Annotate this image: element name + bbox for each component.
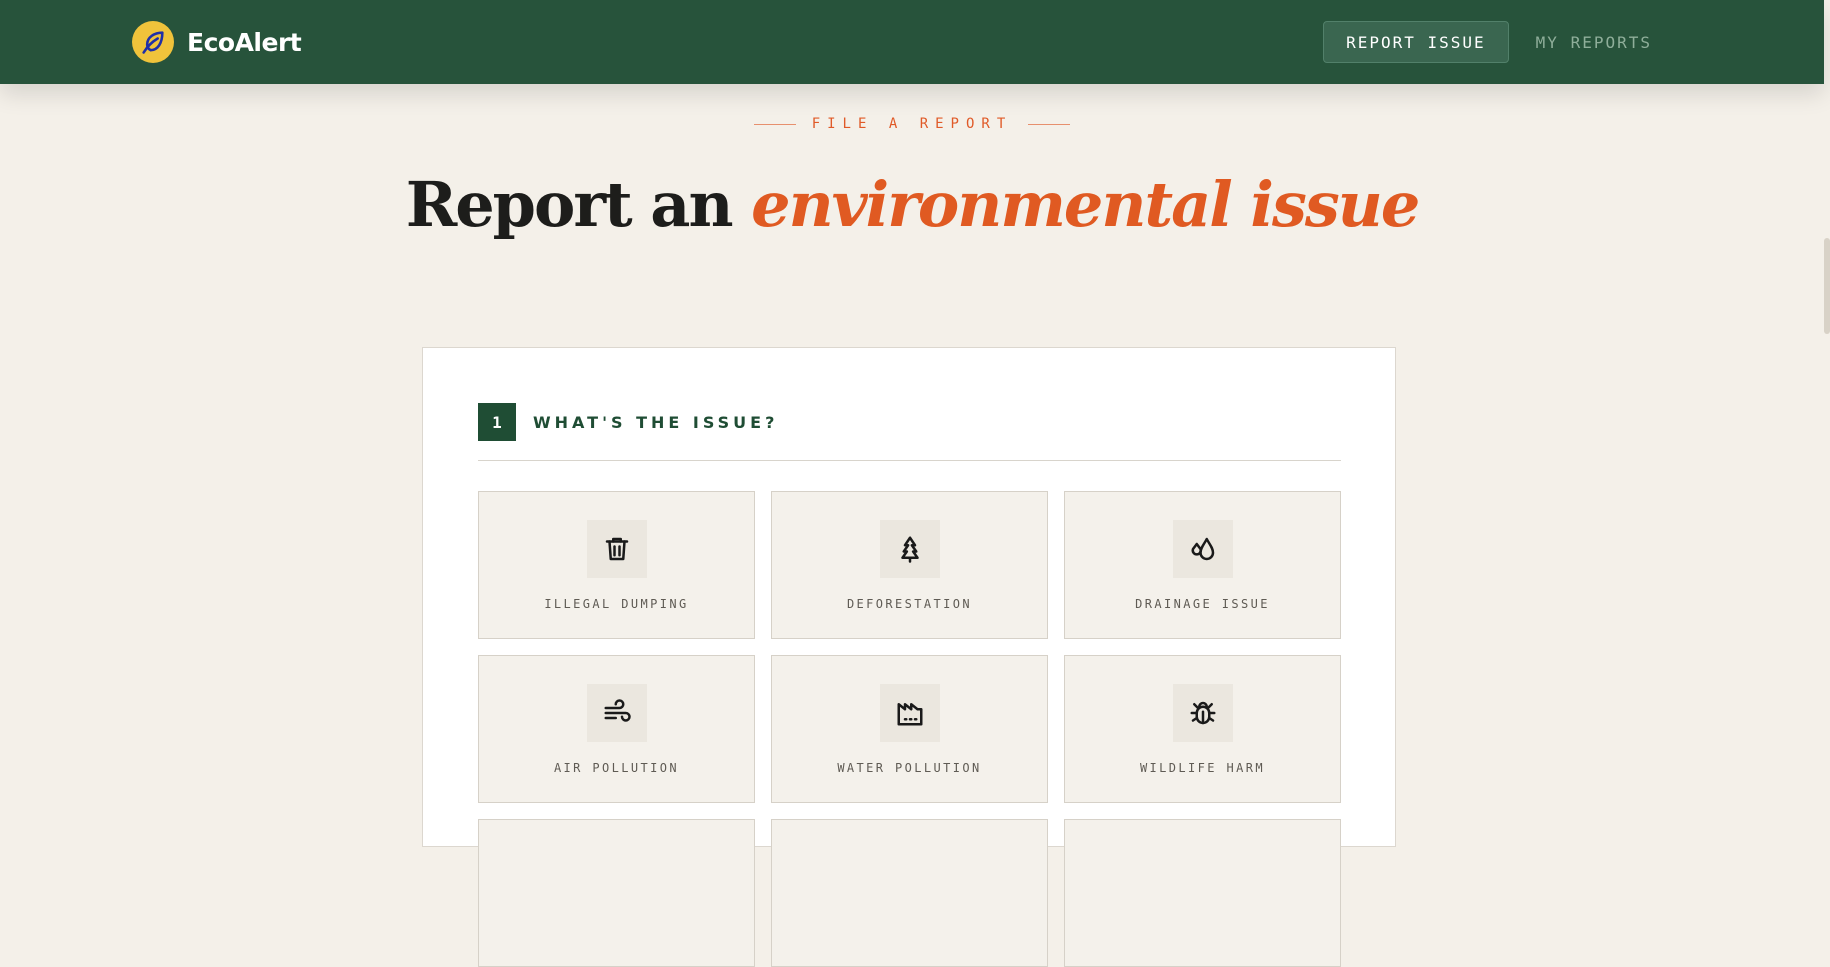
nav-report-issue[interactable]: REPORT ISSUE [1323,21,1509,63]
droplets-icon [1172,520,1233,578]
eyebrow-text: FILE A REPORT [811,116,1013,132]
scrollbar-thumb[interactable] [1824,238,1830,334]
step-number-badge: 1 [478,403,516,441]
issue-option-illegal-dumping[interactable]: ILLEGAL DUMPING [478,491,755,639]
issue-option-partial[interactable] [1064,819,1341,967]
wind-icon [586,684,647,742]
section-eyebrow: FILE A REPORT [0,114,1824,134]
issue-type-grid: ILLEGAL DUMPING DEFORESTATION DRAINAGE I… [478,491,1343,967]
issue-option-label: AIR POLLUTION [553,761,680,775]
nav-my-reports[interactable]: MY REPORTS [1509,21,1674,63]
factory-icon [879,684,940,742]
issue-option-label: ILLEGAL DUMPING [544,597,689,611]
issue-option-water-pollution[interactable]: WATER POLLUTION [771,655,1048,803]
step-header: 1 WHAT'S THE ISSUE? [478,403,1341,461]
page-title: Report an environmental issue [0,168,1824,241]
top-navbar: EcoAlert REPORT ISSUE MY REPORTS [0,0,1824,84]
brand[interactable]: EcoAlert [132,21,302,63]
issue-option-partial[interactable] [771,819,1048,967]
step-title: WHAT'S THE ISSUE? [533,412,779,432]
issue-option-label: DRAINAGE ISSUE [1135,597,1270,611]
issue-option-deforestation[interactable]: DEFORESTATION [771,491,1048,639]
main-nav: REPORT ISSUE MY REPORTS [1323,21,1674,63]
trash-icon [586,520,647,578]
title-accent: environmental issue [751,168,1420,241]
bug-icon [1172,684,1233,742]
issue-option-wildlife-harm[interactable]: WILDLIFE HARM [1064,655,1341,803]
issue-option-drainage-issue[interactable]: DRAINAGE ISSUE [1064,491,1341,639]
eyebrow-rule-left [753,123,796,125]
issue-option-label: WILDLIFE HARM [1139,761,1266,775]
eyebrow-rule-right [1028,123,1071,125]
report-form-card: 1 WHAT'S THE ISSUE? ILLEGAL DUMPING DEFO… [422,347,1396,967]
issue-option-partial[interactable] [478,819,755,967]
title-prefix: Report an [405,168,734,241]
tree-icon [879,520,940,578]
issue-option-label: DEFORESTATION [846,597,973,611]
brand-name: EcoAlert [187,27,302,57]
issue-option-label: WATER POLLUTION [837,761,982,775]
leaf-logo-icon [132,21,174,63]
issue-option-air-pollution[interactable]: AIR POLLUTION [478,655,755,803]
